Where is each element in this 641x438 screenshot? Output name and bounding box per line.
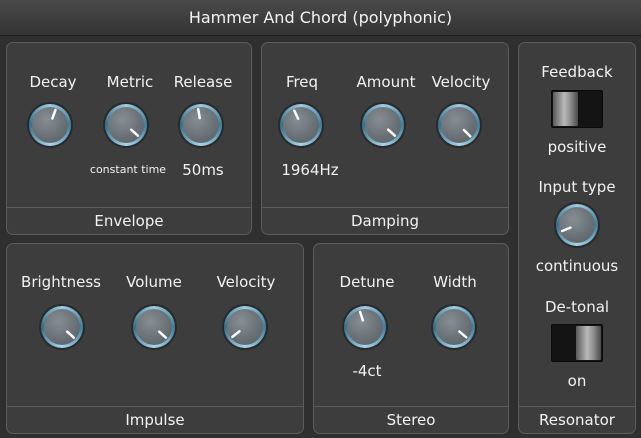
- damping-freq-label: Freq: [285, 73, 319, 91]
- impulse-volume-label: Volume: [126, 273, 182, 291]
- knob-indicator: [65, 330, 76, 339]
- knob-indicator: [157, 330, 168, 339]
- envelope-panel-title: Envelope: [7, 207, 251, 234]
- stereo-panel-title: Stereo: [314, 406, 508, 433]
- envelope-release-value: 50ms: [182, 161, 224, 179]
- damping-panel-title: Damping: [262, 207, 508, 234]
- stereo-panel: Detune Width -4ct Stereo: [313, 243, 509, 434]
- damping-amount-knob[interactable]: [360, 102, 406, 148]
- knob-indicator: [560, 226, 572, 233]
- knob-indicator: [458, 330, 468, 339]
- knob-indicator-line: [231, 330, 241, 339]
- envelope-release-knob[interactable]: [178, 102, 224, 148]
- impulse-panel-title: Impulse: [7, 406, 303, 433]
- detonal-label: De-tonal: [544, 298, 610, 316]
- knob-indicator-line: [157, 330, 168, 339]
- input-type-label: Input type: [538, 178, 616, 196]
- knob-indicator: [292, 109, 300, 120]
- knob-indicator-line: [65, 330, 76, 339]
- knob-indicator-line: [292, 109, 300, 120]
- impulse-velocity-knob[interactable]: [222, 304, 268, 350]
- damping-freq-knob[interactable]: [278, 102, 324, 148]
- knob-indicator-line: [462, 128, 472, 138]
- impulse-brightness-label: Brightness: [21, 273, 101, 291]
- impulse-brightness-knob[interactable]: [39, 304, 85, 350]
- knob-indicator-line: [51, 108, 57, 120]
- knob-indicator: [386, 128, 397, 137]
- knob-indicator-line: [196, 107, 202, 120]
- stereo-width-label: Width: [433, 273, 477, 291]
- window-title: Hammer And Chord (polyphonic): [0, 0, 641, 36]
- knob-indicator-line: [386, 128, 397, 137]
- damping-freq-value: 1964Hz: [281, 161, 339, 179]
- impulse-volume-knob[interactable]: [131, 304, 177, 350]
- envelope-panel: Decay Metric Release constant time 50ms …: [6, 42, 252, 235]
- knob-indicator-line: [458, 330, 468, 339]
- envelope-metric-knob[interactable]: [103, 102, 149, 148]
- impulse-velocity-label: Velocity: [216, 273, 276, 291]
- stereo-width-knob[interactable]: [431, 304, 477, 350]
- knob-indicator: [129, 128, 140, 137]
- envelope-release-label: Release: [173, 73, 233, 91]
- detonal-value: on: [567, 372, 587, 390]
- feedback-value: positive: [547, 138, 607, 156]
- input-type-value: continuous: [535, 257, 619, 275]
- damping-velocity-knob[interactable]: [436, 102, 482, 148]
- knob-indicator-line: [560, 226, 572, 233]
- knob-indicator: [231, 330, 241, 339]
- damping-panel: Freq Amount Velocity 1964Hz Damping: [261, 42, 509, 235]
- detonal-toggle-handle: [576, 326, 601, 360]
- resonator-panel: Feedback positive Input type continuous …: [518, 42, 636, 434]
- resonator-panel-title: Resonator: [519, 406, 635, 433]
- knob-indicator: [196, 107, 202, 120]
- knob-indicator: [462, 128, 472, 138]
- knob-indicator-line: [358, 310, 365, 322]
- feedback-toggle-handle: [553, 92, 578, 126]
- knob-indicator: [358, 310, 365, 322]
- input-type-knob[interactable]: [554, 202, 600, 248]
- knob-indicator: [51, 108, 57, 120]
- feedback-toggle[interactable]: [551, 90, 603, 128]
- detonal-toggle[interactable]: [551, 324, 603, 362]
- damping-velocity-label: Velocity: [431, 73, 491, 91]
- stereo-detune-value: -4ct: [352, 362, 382, 380]
- stereo-detune-label: Detune: [339, 273, 395, 291]
- impulse-panel: Brightness Volume Velocity Impulse: [6, 243, 304, 434]
- envelope-decay-knob[interactable]: [27, 102, 73, 148]
- knob-indicator-line: [129, 128, 140, 137]
- stereo-detune-knob[interactable]: [342, 304, 388, 350]
- feedback-label: Feedback: [541, 63, 613, 81]
